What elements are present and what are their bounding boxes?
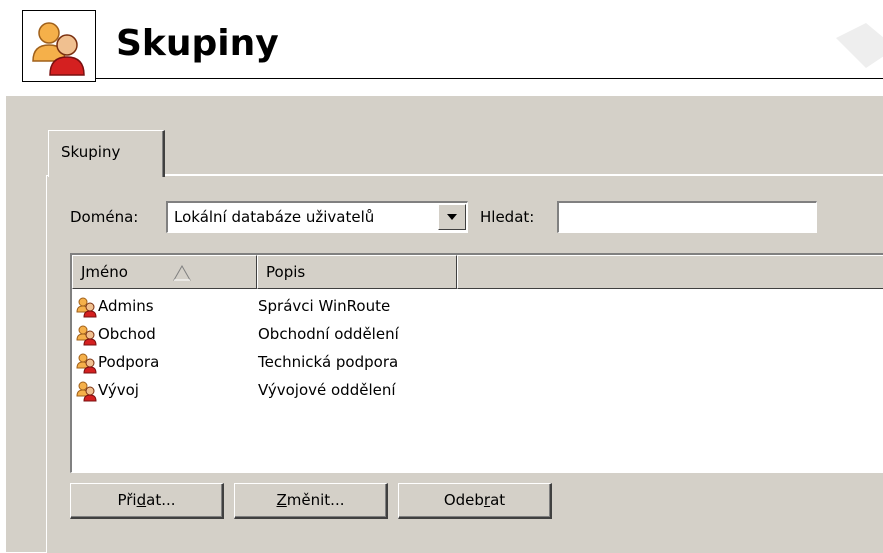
- column-header-name[interactable]: Jméno: [72, 255, 257, 289]
- row-name: Vývoj: [98, 381, 139, 399]
- group-icon: [75, 324, 99, 346]
- add-button-label-start: Při: [117, 491, 137, 509]
- chevron-down-icon: [447, 214, 457, 220]
- page-title: Skupiny: [116, 23, 279, 64]
- search-input[interactable]: [557, 201, 817, 233]
- tab-skupiny[interactable]: Skupiny: [48, 130, 165, 177]
- column-header-empty: [457, 255, 883, 289]
- add-button-mnemonic: d: [136, 491, 147, 509]
- header-divider: [96, 78, 883, 79]
- row-name: Obchod: [98, 325, 156, 343]
- row-description: Vývojové oddělení: [258, 381, 396, 399]
- dropdown-button[interactable]: [438, 204, 466, 230]
- sort-ascending-icon: [173, 265, 191, 281]
- column-header-description[interactable]: Popis: [257, 255, 457, 289]
- edit-button-mnemonic: Z: [276, 491, 287, 509]
- edit-button[interactable]: Změnit...: [234, 483, 388, 519]
- users-group-icon: [22, 10, 96, 82]
- table-row[interactable]: Obchod Obchodní oddělení: [74, 321, 874, 349]
- search-label: Hledat:: [480, 208, 535, 226]
- page-header: Skupiny: [0, 0, 883, 86]
- group-icon: [75, 296, 99, 318]
- tab-label: Skupiny: [61, 143, 121, 161]
- column-header-label: Jméno: [81, 263, 128, 281]
- groups-list[interactable]: Jméno Popis Admins Správci WinRoute Obch…: [70, 253, 883, 473]
- add-button[interactable]: Přidat...: [70, 483, 224, 519]
- group-icon: [75, 380, 99, 402]
- group-icon: [75, 352, 99, 374]
- edit-button-label-end: měnit...: [286, 491, 345, 509]
- row-name: Admins: [98, 297, 154, 315]
- table-row[interactable]: Podpora Technická podpora: [74, 349, 874, 377]
- row-description: Obchodní oddělení: [258, 325, 399, 343]
- domain-label: Doména:: [70, 208, 139, 226]
- remove-button-label-start: Odeb: [443, 491, 484, 509]
- row-name: Podpora: [98, 353, 160, 371]
- remove-button[interactable]: Odebrat: [398, 483, 552, 519]
- domain-select-value: Lokální databáze uživatelů: [174, 208, 375, 226]
- column-header-label: Popis: [266, 263, 306, 281]
- watermark-icon: [836, 18, 883, 78]
- row-description: Správci WinRoute: [258, 297, 391, 315]
- domain-select[interactable]: Lokální databáze uživatelů: [166, 201, 468, 233]
- table-row[interactable]: Admins Správci WinRoute: [74, 293, 874, 321]
- add-button-label-end: at...: [146, 491, 176, 509]
- row-description: Technická podpora: [258, 353, 399, 371]
- table-row[interactable]: Vývoj Vývojové oddělení: [74, 377, 874, 405]
- remove-button-label-end: at: [490, 491, 506, 509]
